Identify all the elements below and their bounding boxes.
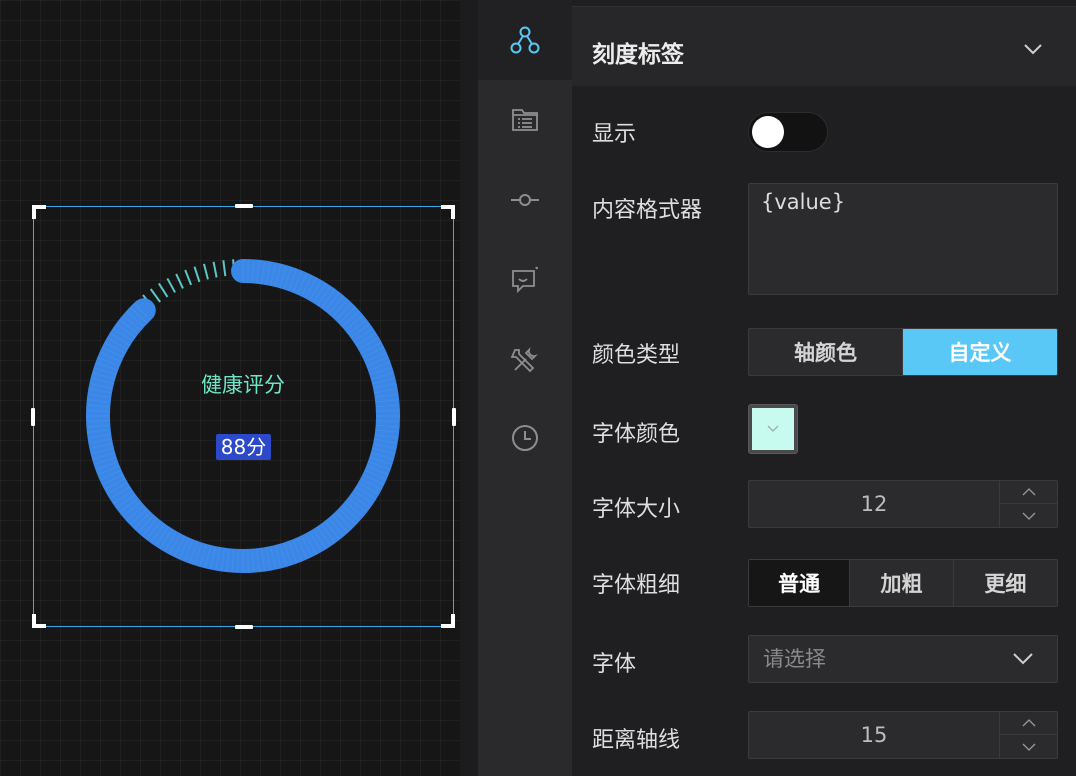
- resize-handle-bottom-left[interactable]: [32, 614, 46, 628]
- properties-panel: 刻度标签 显示 内容格式器 {value} 颜色类型 轴颜色 自定义 字体颜色 …: [572, 0, 1076, 776]
- section-header[interactable]: 刻度标签: [572, 6, 1076, 86]
- resize-handle-top-left[interactable]: [32, 205, 46, 219]
- rail-item-graph[interactable]: [478, 0, 572, 80]
- show-label: 显示: [592, 122, 637, 147]
- axis-distance-stepper[interactable]: 15: [748, 711, 1058, 759]
- formatter-label: 内容格式器: [592, 198, 703, 223]
- color-type-segmented: 轴颜色 自定义: [748, 328, 1058, 376]
- resize-handle-top[interactable]: [235, 204, 253, 208]
- rail-item-history[interactable]: [478, 398, 572, 478]
- resize-handle-bottom-right[interactable]: [441, 614, 455, 628]
- font-family-label: 字体: [592, 652, 637, 677]
- increment-button[interactable]: [1000, 712, 1058, 735]
- color-type-axis-button[interactable]: 轴颜色: [749, 329, 902, 375]
- show-toggle[interactable]: [748, 112, 828, 152]
- chevron-down-icon: [1013, 653, 1033, 665]
- formatter-textarea[interactable]: {value}: [748, 183, 1058, 295]
- font-weight-normal-button[interactable]: 普通: [749, 560, 850, 606]
- font-size-value[interactable]: 12: [749, 481, 999, 527]
- chevron-up-icon: [1022, 488, 1036, 496]
- axis-distance-value[interactable]: 15: [749, 712, 999, 758]
- stepper-arrows: [999, 481, 1058, 527]
- decrement-button[interactable]: [1000, 735, 1058, 758]
- font-color-fill: [752, 408, 794, 450]
- rail-item-tools[interactable]: [478, 320, 572, 400]
- resize-handle-right[interactable]: [452, 408, 456, 426]
- canvas-scroll-edge: [460, 0, 478, 776]
- stepper-arrows: [999, 712, 1058, 758]
- resize-handle-bottom[interactable]: [235, 625, 253, 629]
- commit-node-icon: [511, 194, 539, 206]
- font-weight-bold-button[interactable]: 加粗: [849, 560, 953, 606]
- selection-box[interactable]: [31, 204, 456, 629]
- axis-distance-label: 距离轴线: [592, 728, 681, 753]
- chevron-down-icon[interactable]: [1024, 43, 1042, 55]
- color-type-custom-button[interactable]: 自定义: [902, 329, 1057, 375]
- font-size-stepper[interactable]: 12: [748, 480, 1058, 528]
- graph-nodes-icon: [510, 26, 540, 54]
- folder-list-icon: [512, 109, 538, 131]
- font-weight-light-button[interactable]: 更细: [952, 560, 1057, 606]
- font-weight-label: 字体粗细: [592, 573, 681, 598]
- font-color-label: 字体颜色: [592, 422, 681, 447]
- chevron-up-icon: [1022, 719, 1036, 727]
- resize-handle-top-right[interactable]: [441, 205, 455, 219]
- decrement-button[interactable]: [1000, 504, 1058, 527]
- font-size-label: 字体大小: [592, 497, 681, 522]
- rail-item-interaction[interactable]: [478, 160, 572, 240]
- increment-button[interactable]: [1000, 481, 1058, 504]
- font-family-select[interactable]: 请选择: [748, 635, 1058, 683]
- chevron-down-icon: [767, 425, 779, 432]
- chevron-down-icon: [1022, 743, 1036, 751]
- font-color-picker[interactable]: [748, 404, 798, 454]
- chevron-down-icon: [1022, 512, 1036, 520]
- rail-item-data[interactable]: [478, 80, 572, 160]
- comment-smile-icon: [512, 266, 538, 294]
- font-family-placeholder: 请选择: [763, 647, 826, 671]
- icon-rail: [478, 0, 572, 776]
- resize-handle-left[interactable]: [31, 408, 35, 426]
- clock-icon: [512, 425, 538, 451]
- color-type-label: 颜色类型: [592, 343, 681, 368]
- toggle-knob: [752, 116, 784, 148]
- font-weight-segmented: 普通 加粗 更细: [748, 559, 1058, 607]
- tools-icon: [510, 347, 538, 373]
- section-title: 刻度标签: [592, 42, 684, 68]
- rail-item-tooltip[interactable]: [478, 240, 572, 320]
